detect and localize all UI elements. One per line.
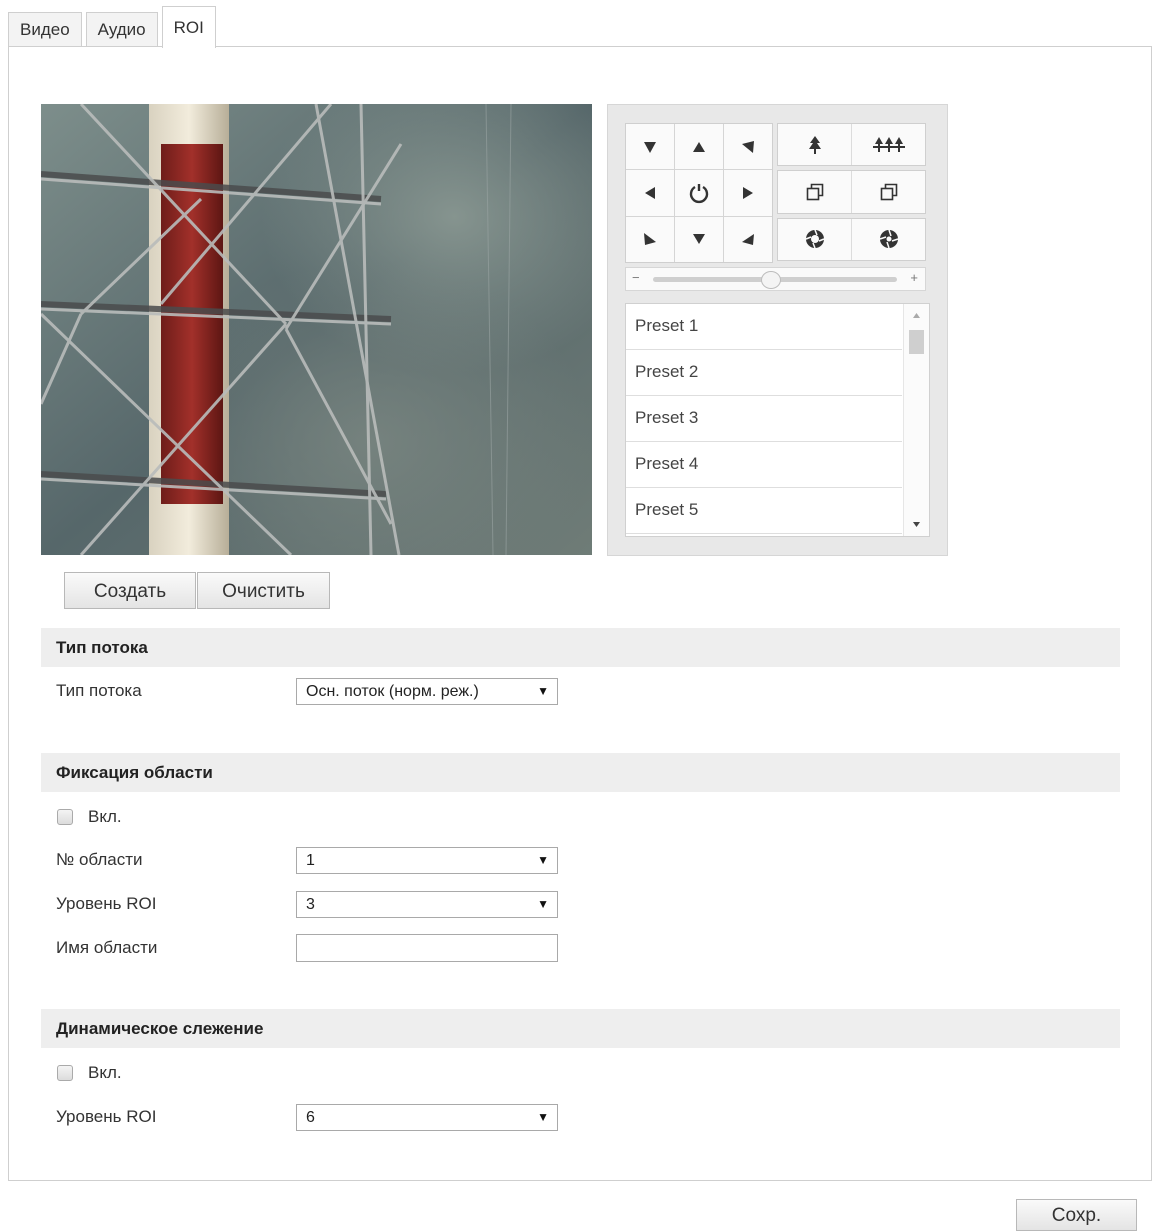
video-preview[interactable] [41,104,592,555]
iris-row [777,217,926,261]
pan-up-button[interactable] [675,124,723,170]
region-name-label: Имя области [56,938,158,957]
dynamic-tracking-header: Динамическое слежение [41,1009,1120,1048]
stream-type-value: Осн. поток (норм. реж.) [306,683,479,700]
fixed-region-enable-label: Вкл. [88,807,122,826]
preset-item[interactable]: Preset 3 [626,396,902,442]
fixed-roi-level-value: 3 [306,896,315,913]
slider-thumb[interactable] [761,271,782,289]
dynamic-tracking-enable-label: Вкл. [88,1063,122,1082]
slider-minus-icon: − [632,270,640,285]
preset-item[interactable]: Preset 2 [626,350,902,396]
arrow-down-icon [693,234,705,245]
preset-item[interactable]: Preset 1 [626,304,902,350]
ptz-speed-slider[interactable]: − + [625,267,926,291]
pan-left-button[interactable] [626,170,674,216]
region-number-select[interactable]: 1 ▼ [296,847,558,874]
focus-row [777,170,926,214]
scroll-down-icon[interactable] [904,520,929,530]
tab-audio[interactable]: Аудио [85,12,158,47]
dynamic-roi-level-value: 6 [306,1109,315,1126]
iris-close-button[interactable] [851,218,925,260]
tab-bar: Видео Аудио ROI [8,6,216,48]
tab-video[interactable]: Видео [8,12,82,47]
focus-far-button[interactable] [851,171,925,213]
zoom-out-button[interactable] [851,124,925,166]
ptz-direction-pad [625,123,773,263]
arrow-down-right-icon [742,234,754,246]
arrow-up-icon [693,141,705,152]
stream-type-select[interactable]: Осн. поток (норм. реж.) ▼ [296,678,558,705]
iris-close-icon [879,230,898,249]
arrow-right-icon [743,186,753,199]
preset-list: Preset 1 Preset 2 Preset 3 Preset 4 Pres… [625,303,930,537]
chevron-down-icon: ▼ [537,853,549,867]
pan-up-left-button[interactable] [626,124,674,170]
fixed-region-enable-checkbox[interactable] [57,809,73,825]
dynamic-roi-level-select[interactable]: 6 ▼ [296,1104,558,1131]
region-name-input[interactable] [296,934,558,962]
tree-single-icon [808,135,821,154]
pan-down-right-button[interactable] [724,216,772,262]
camera-image [41,104,592,555]
create-button[interactable]: Создать [64,572,196,609]
save-button[interactable]: Сохр. [1016,1199,1137,1231]
tree-group-icon [872,136,905,152]
tab-roi[interactable]: ROI [161,6,216,48]
arrow-left-icon [645,186,655,199]
pan-right-button[interactable] [724,170,772,216]
fixed-region-header: Фиксация области [41,753,1120,792]
arrow-down-left-icon [644,233,656,246]
scrollbar-thumb[interactable] [909,330,924,354]
auto-rotate-icon [689,183,709,204]
dynamic-roi-level-label: Уровень ROI [56,1107,157,1126]
zoom-row [777,123,926,167]
chevron-down-icon: ▼ [537,1110,549,1124]
dynamic-tracking-enable-checkbox[interactable] [57,1065,73,1081]
chevron-down-icon: ▼ [537,897,549,911]
iris-open-icon [805,230,824,249]
ptz-function-buttons [777,123,926,261]
focus-near-button[interactable] [778,171,851,213]
region-number-label: № области [56,850,143,869]
pan-up-right-button[interactable] [724,124,772,170]
fixed-roi-level-label: Уровень ROI [56,894,157,913]
preset-item[interactable]: Preset 4 [626,442,902,488]
slider-plus-icon: + [910,270,918,285]
scroll-up-icon[interactable] [904,310,929,320]
zoom-in-button[interactable] [778,124,851,166]
preset-scrollbar[interactable] [903,304,929,536]
fixed-roi-level-select[interactable]: 3 ▼ [296,891,558,918]
preset-item[interactable]: Preset 5 [626,488,902,534]
focus-far-icon [880,183,897,201]
stream-type-label: Тип потока [56,681,142,700]
arrow-up-left-icon [644,141,656,153]
pan-down-left-button[interactable] [626,216,674,262]
clear-button[interactable]: Очистить [197,572,330,609]
stream-type-header: Тип потока [41,628,1120,667]
ptz-panel: − + Preset 1 Preset 2 Preset 3 Preset 4 … [607,104,948,556]
chevron-down-icon: ▼ [537,684,549,698]
arrow-up-right-icon [742,140,754,153]
pan-down-button[interactable] [675,216,723,262]
focus-near-icon [806,183,823,201]
iris-open-button[interactable] [778,218,851,260]
region-number-value: 1 [306,852,315,869]
auto-pan-button[interactable] [675,170,723,216]
